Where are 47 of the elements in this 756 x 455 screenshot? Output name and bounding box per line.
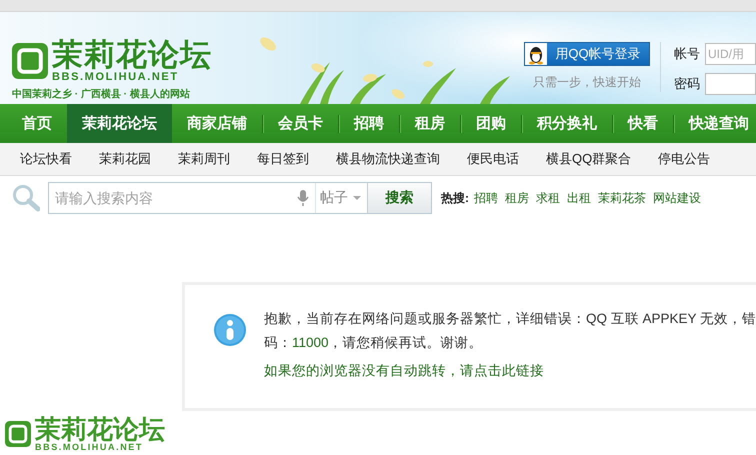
caret-icon — [353, 196, 361, 200]
hot-search-link[interactable]: 出租 — [567, 190, 591, 206]
sub-nav-link[interactable]: 每日签到 — [257, 150, 309, 168]
microphone-icon — [297, 190, 309, 206]
info-icon — [213, 313, 247, 347]
nav-tab[interactable]: 快递查询 — [674, 104, 749, 143]
logo-title: 茉莉花论坛 — [35, 416, 165, 442]
sub-nav-link[interactable]: 横县物流快递查询 — [336, 150, 440, 168]
nav-tab[interactable]: 积分换礼 — [522, 104, 612, 143]
login-field[interactable]: UID/用 — [705, 43, 756, 65]
qq-login-button[interactable]: 用QQ帐号登录 — [524, 42, 650, 66]
search-field[interactable]: 请输入搜索内容 帖子 搜索 — [48, 182, 432, 214]
hot-search-label: 热搜: — [441, 190, 469, 206]
hot-search-link[interactable]: 招聘 — [474, 190, 498, 206]
hot-search-link[interactable]: 求租 — [536, 190, 560, 206]
penguin-icon — [525, 43, 548, 65]
nav-tab[interactable]: 会员卡 — [263, 104, 338, 143]
nav-tab[interactable]: 茉莉花论坛 — [67, 104, 172, 143]
logo-icon — [12, 43, 48, 79]
field-label: 帐号 — [674, 45, 700, 63]
sub-nav-link[interactable]: 横县QQ群聚合 — [546, 150, 632, 168]
nav-tab[interactable]: 快看 — [613, 104, 673, 143]
logo-domain: BBS.MOLIHUA.NET — [35, 442, 143, 452]
nav-tab[interactable]: 招聘 — [339, 104, 399, 143]
logo-domain: BBS.MOLIHUA.NET — [52, 71, 180, 83]
search-icon — [12, 184, 40, 212]
search-button[interactable]: 搜索 — [367, 183, 431, 213]
hot-search-link[interactable]: 网站建设 — [653, 190, 701, 206]
sub-nav-link[interactable]: 茉莉周刊 — [178, 150, 230, 168]
nav-tab[interactable]: 商家店铺 — [172, 104, 262, 143]
hot-search-link[interactable]: 租房 — [505, 190, 529, 206]
sub-nav-link[interactable]: 论坛快看 — [20, 150, 72, 168]
logo-icon — [5, 421, 31, 447]
field-label: 密码 — [674, 75, 700, 93]
qq-login-hint: 只需一步，快速开始 — [533, 74, 642, 91]
nav-tab[interactable]: 首页 — [7, 104, 67, 143]
redirect-link[interactable]: 如果您的浏览器没有自动跳转，请点击此链接 — [264, 362, 544, 380]
nav-tab[interactable]: 租房 — [400, 104, 460, 143]
sub-nav-link[interactable]: 茉莉花园 — [99, 150, 151, 168]
login-field[interactable] — [705, 73, 756, 95]
sub-nav-link[interactable]: 停电公告 — [658, 150, 710, 168]
sub-nav-link[interactable]: 便民电话 — [467, 150, 519, 168]
nav-tab[interactable]: 团购 — [461, 104, 521, 143]
error-message: 抱歉，当前存在网络问题或服务器繁忙，详细错误：QQ 互联 APPKEY 无效，错 码：11000，请您稍候再试。谢谢。 — [264, 310, 756, 352]
logo-title: 茉莉花论坛 — [52, 39, 212, 71]
hot-search-link[interactable]: 茉莉花茶 — [598, 190, 646, 206]
logo-tagline: 中国茉莉之乡 · 广西横县 · 横县人的网站 — [12, 87, 191, 101]
